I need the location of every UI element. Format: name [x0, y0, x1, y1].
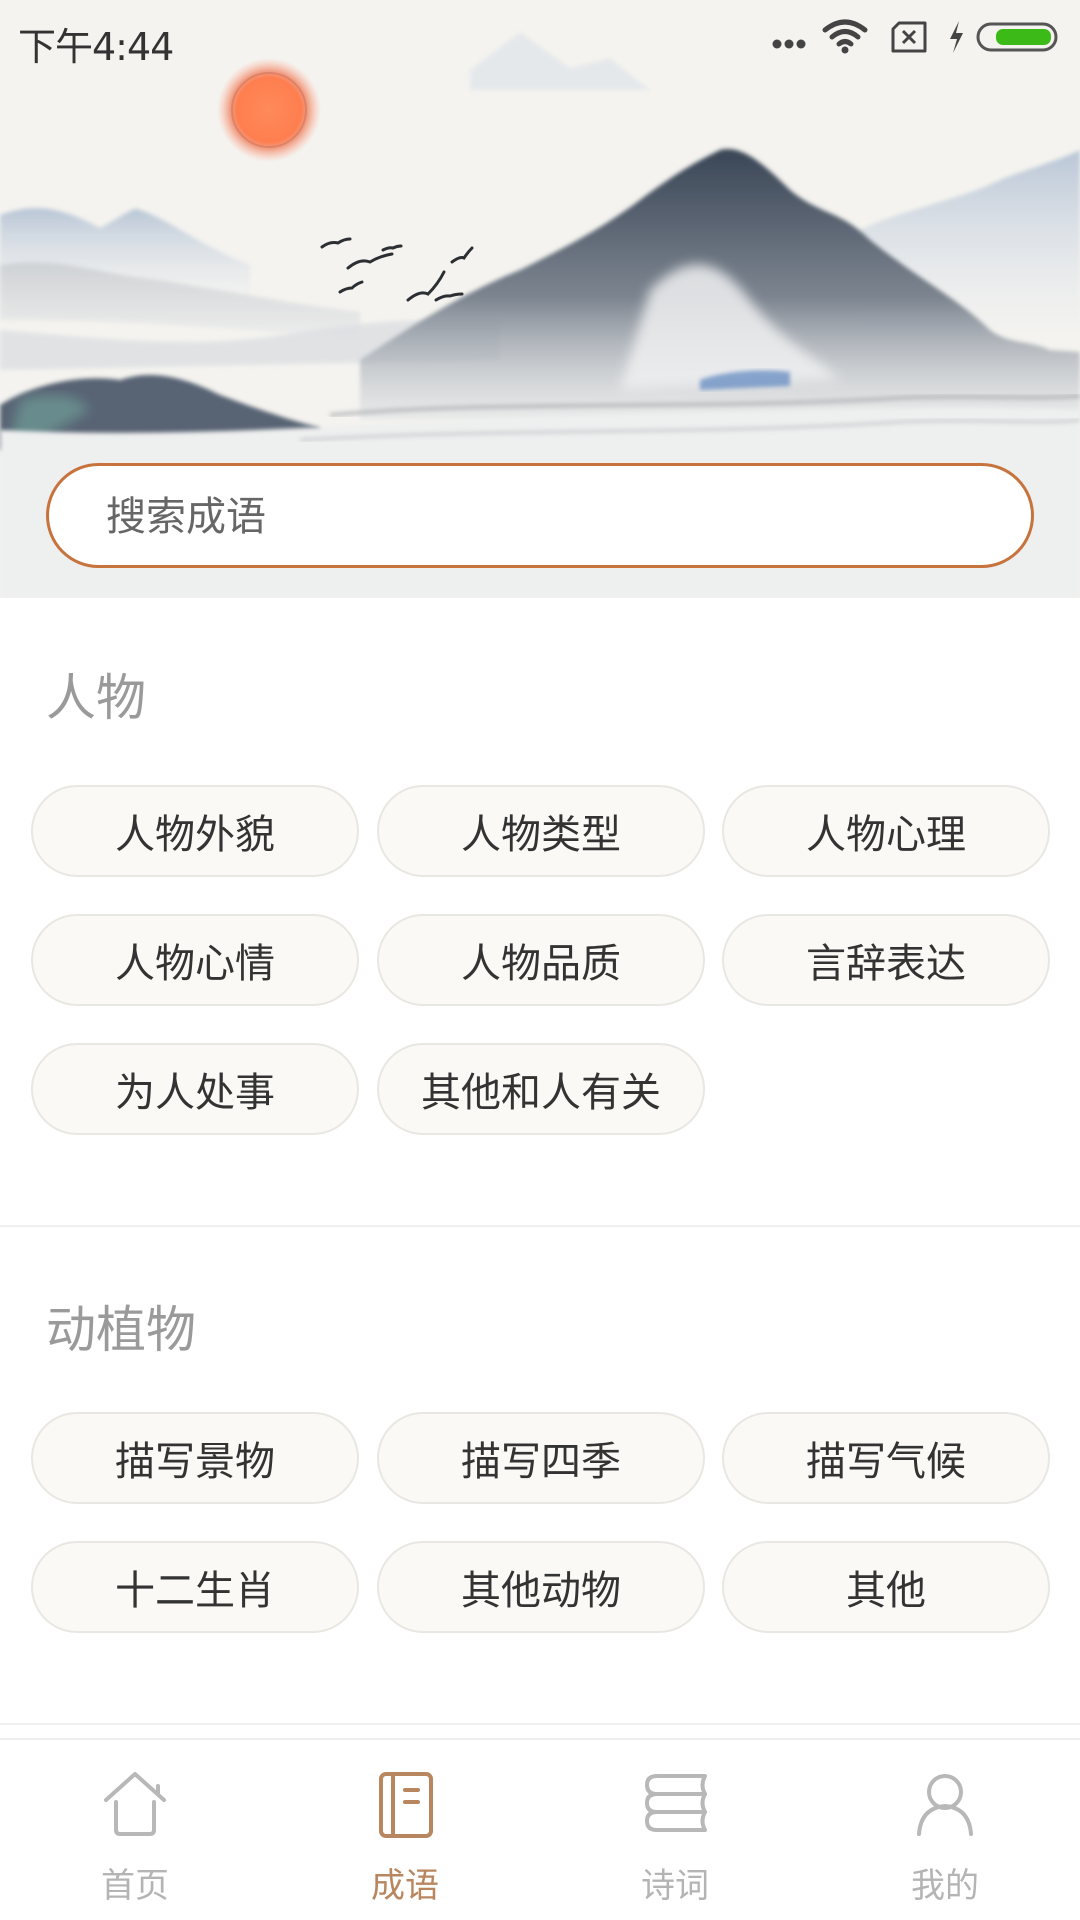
search-box[interactable]: [46, 463, 1034, 568]
wifi-icon: [822, 19, 868, 54]
user-icon: [917, 1774, 973, 1836]
category-chip[interactable]: 人物心情: [31, 914, 359, 1006]
tab-home[interactable]: 首页: [0, 1740, 270, 1920]
category-chip[interactable]: 人物外貌: [31, 785, 359, 877]
section-divider: [0, 1225, 1080, 1227]
battery-icon: [976, 22, 1058, 52]
category-chip[interactable]: 人物品质: [377, 914, 705, 1006]
section-title: 动植物: [46, 1301, 196, 1359]
section-title: 人物: [46, 669, 146, 727]
category-chip[interactable]: 描写气候: [722, 1412, 1050, 1504]
tab-label: 成语: [371, 1866, 439, 1906]
category-chip[interactable]: 人物类型: [377, 785, 705, 877]
flying-birds: [320, 237, 474, 302]
tab-profile[interactable]: 我的: [810, 1740, 1080, 1920]
category-chip[interactable]: 描写景物: [31, 1412, 359, 1504]
tab-poetry[interactable]: 诗词: [540, 1740, 810, 1920]
search-input[interactable]: [104, 466, 988, 567]
charging-bolt-icon: [950, 21, 963, 53]
category-chip[interactable]: 其他和人有关: [377, 1043, 705, 1135]
battery-level: [996, 29, 1051, 45]
tab-label: 我的: [911, 1866, 979, 1906]
category-chip[interactable]: 为人处事: [31, 1043, 359, 1135]
category-chip[interactable]: 言辞表达: [722, 914, 1050, 1006]
tab-label: 诗词: [641, 1866, 709, 1906]
bottom-tab-bar: 首页 成语 诗词 我的: [0, 1738, 1080, 1920]
category-chip[interactable]: 十二生肖: [31, 1541, 359, 1633]
more-dots-icon: [772, 39, 806, 49]
book-icon: [379, 1772, 433, 1838]
category-chip[interactable]: 其他: [722, 1541, 1050, 1633]
status-time: 下午4:44: [18, 25, 174, 69]
category-chip[interactable]: 人物心理: [722, 785, 1050, 877]
books-stack-icon: [645, 1774, 707, 1832]
no-sim-icon: [891, 21, 927, 53]
category-chip[interactable]: 其他动物: [377, 1541, 705, 1633]
tab-label: 首页: [101, 1866, 169, 1906]
status-bar: 下午4:44: [0, 0, 1080, 76]
home-icon: [104, 1772, 166, 1836]
tab-idioms[interactable]: 成语: [270, 1740, 540, 1920]
section-divider: [0, 1723, 1080, 1725]
category-chip[interactable]: 描写四季: [377, 1412, 705, 1504]
